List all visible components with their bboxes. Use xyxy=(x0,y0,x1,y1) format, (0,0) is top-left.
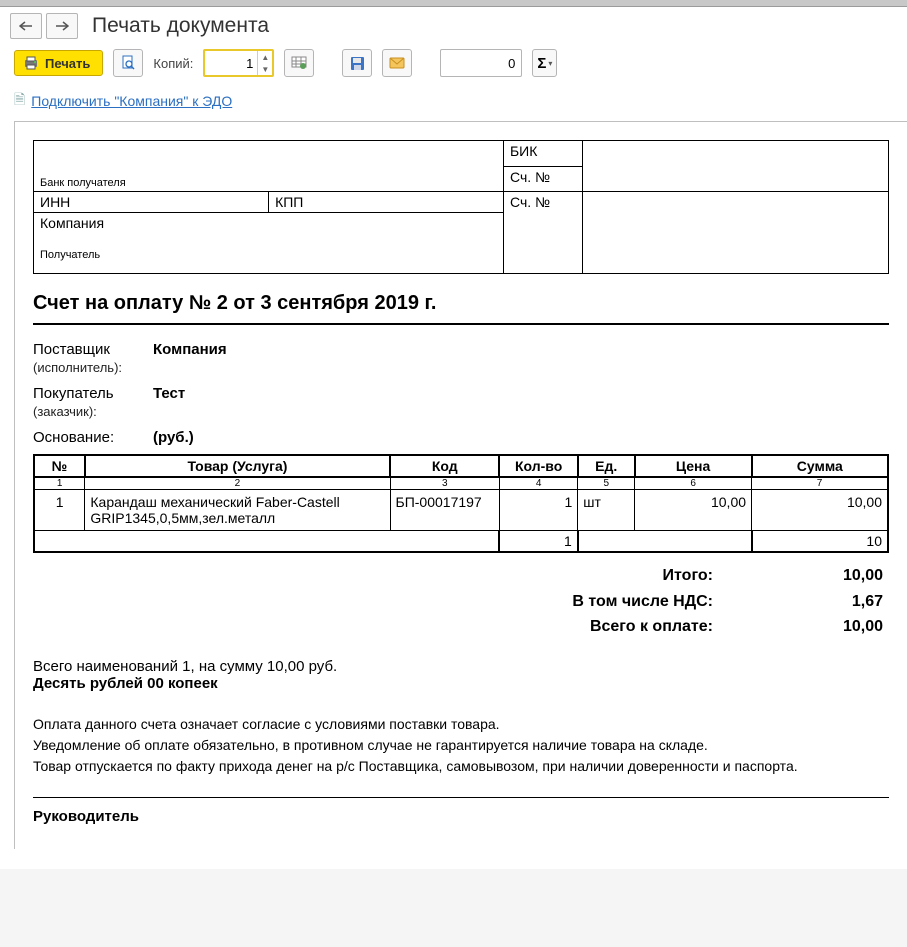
supplier-sub: (исполнитель): xyxy=(33,360,889,375)
bank-details-table: Банк получателя БИК Сч. № ИНН КПП Сч. № … xyxy=(33,140,889,274)
totals-row: 1 10 xyxy=(34,531,888,553)
arrow-left-icon xyxy=(19,21,33,31)
th-sum: Сумма xyxy=(752,455,888,477)
th-unit: Ед. xyxy=(578,455,635,477)
bank-recipient-label: Банк получателя xyxy=(40,177,126,189)
th-qty: Кол-во xyxy=(499,455,577,477)
nds-label: В том числе НДС: xyxy=(153,589,723,615)
table-row: 1 Карандаш механический Faber-Castell GR… xyxy=(34,490,888,531)
forward-button[interactable] xyxy=(46,13,78,39)
sigma-button[interactable]: Σ ▾ xyxy=(532,49,557,77)
header: Печать документа xyxy=(0,7,907,43)
colnum: 1 xyxy=(34,477,85,490)
cell-unit: шт xyxy=(578,490,635,531)
colnum: 6 xyxy=(635,477,752,490)
settings-button[interactable] xyxy=(284,49,314,77)
items-table: № Товар (Услуга) Код Кол-во Ед. Цена Сум… xyxy=(33,454,889,553)
floppy-icon xyxy=(350,56,365,71)
copies-label: Копий: xyxy=(153,56,193,71)
th-code: Код xyxy=(390,455,499,477)
document-icon: 🗎 xyxy=(14,89,25,113)
fine-print: Оплата данного счета означает согласие с… xyxy=(33,714,889,777)
sigma-dropdown-icon: ▾ xyxy=(548,59,552,68)
buyer-label: Покупатель xyxy=(33,385,153,402)
magnifier-page-icon xyxy=(120,55,136,71)
buyer-value: Тест xyxy=(153,385,185,402)
copies-down[interactable]: ▼ xyxy=(258,63,272,75)
fine-line: Уведомление об оплате обязательно, в про… xyxy=(33,735,889,756)
cell-sum: 10,00 xyxy=(752,490,888,531)
company-name: Компания xyxy=(40,215,497,231)
supplier-value: Компания xyxy=(153,341,227,358)
th-price: Цена xyxy=(635,455,752,477)
footer-block: Всего наименований 1, на сумму 10,00 руб… xyxy=(33,658,889,692)
copies-stepper[interactable]: ▲ ▼ xyxy=(203,49,274,77)
nds-value: 1,67 xyxy=(723,589,889,615)
printer-icon xyxy=(23,55,39,71)
cell-code: БП-00017197 xyxy=(390,490,499,531)
supplier-label: Поставщик xyxy=(33,341,153,358)
page-title: Печать документа xyxy=(92,14,269,38)
cell-qty: 1 xyxy=(499,490,577,531)
preview-button[interactable] xyxy=(113,49,143,77)
copies-up[interactable]: ▲ xyxy=(258,51,272,63)
signature-hr xyxy=(33,797,889,798)
document-sheet: Банк получателя БИК Сч. № ИНН КПП Сч. № … xyxy=(14,121,907,849)
cell-price: 10,00 xyxy=(635,490,752,531)
sum-field[interactable] xyxy=(440,49,522,77)
colnum: 3 xyxy=(390,477,499,490)
total-value: 10,00 xyxy=(723,614,889,640)
th-num: № xyxy=(34,455,85,477)
save-button[interactable] xyxy=(342,49,372,77)
cell-goods: Карандаш механический Faber-Castell GRIP… xyxy=(85,490,390,531)
buyer-sub: (заказчик): xyxy=(33,404,889,419)
basis-value: (руб.) xyxy=(153,429,194,446)
colnum: 2 xyxy=(85,477,390,490)
arrow-right-icon xyxy=(55,21,69,31)
colnum: 5 xyxy=(578,477,635,490)
footer-line2: Десять рублей 00 копеек xyxy=(33,675,889,692)
itogo-value: 10,00 xyxy=(723,563,889,589)
account1-label: Сч. № xyxy=(503,166,582,192)
print-button[interactable]: Печать xyxy=(14,50,103,76)
email-button[interactable] xyxy=(382,49,412,77)
basis-label: Основание: xyxy=(33,429,153,446)
table-gear-icon xyxy=(291,55,307,71)
window-titlebar xyxy=(0,0,907,7)
account2-label: Сч. № xyxy=(503,192,582,274)
title-hr xyxy=(33,323,889,325)
total-sum: 10 xyxy=(752,531,888,553)
back-button[interactable] xyxy=(10,13,42,39)
recipient-label: Получатель xyxy=(40,249,497,261)
sigma-icon: Σ xyxy=(537,55,546,72)
print-button-label: Печать xyxy=(45,56,90,71)
total-qty: 1 xyxy=(499,531,577,553)
kpp-label: КПП xyxy=(269,192,504,213)
director-label: Руководитель xyxy=(33,808,889,825)
cell-num: 1 xyxy=(34,490,85,531)
edo-link[interactable]: Подключить "Компания" к ЭДО xyxy=(31,93,232,109)
copies-input[interactable] xyxy=(205,51,257,75)
document-title: Счет на оплату № 2 от 3 сентября 2019 г. xyxy=(33,292,889,315)
total-label: Всего к оплате: xyxy=(153,614,723,640)
edo-link-row: 🗎 Подключить "Компания" к ЭДО xyxy=(0,87,907,121)
fine-line: Товар отпускается по факту прихода денег… xyxy=(33,756,889,777)
summary-block: Итого:10,00 В том числе НДС:1,67 Всего к… xyxy=(33,563,889,640)
envelope-icon xyxy=(389,57,405,69)
footer-line1: Всего наименований 1, на сумму 10,00 руб… xyxy=(33,658,889,675)
toolbar: Печать Копий: ▲ ▼ xyxy=(0,43,907,87)
fine-line: Оплата данного счета означает согласие с… xyxy=(33,714,889,735)
itogo-label: Итого: xyxy=(153,563,723,589)
colnum: 4 xyxy=(499,477,577,490)
bik-label: БИК xyxy=(503,141,582,167)
inn-label: ИНН xyxy=(34,192,269,213)
th-goods: Товар (Услуга) xyxy=(85,455,390,477)
colnum: 7 xyxy=(752,477,888,490)
